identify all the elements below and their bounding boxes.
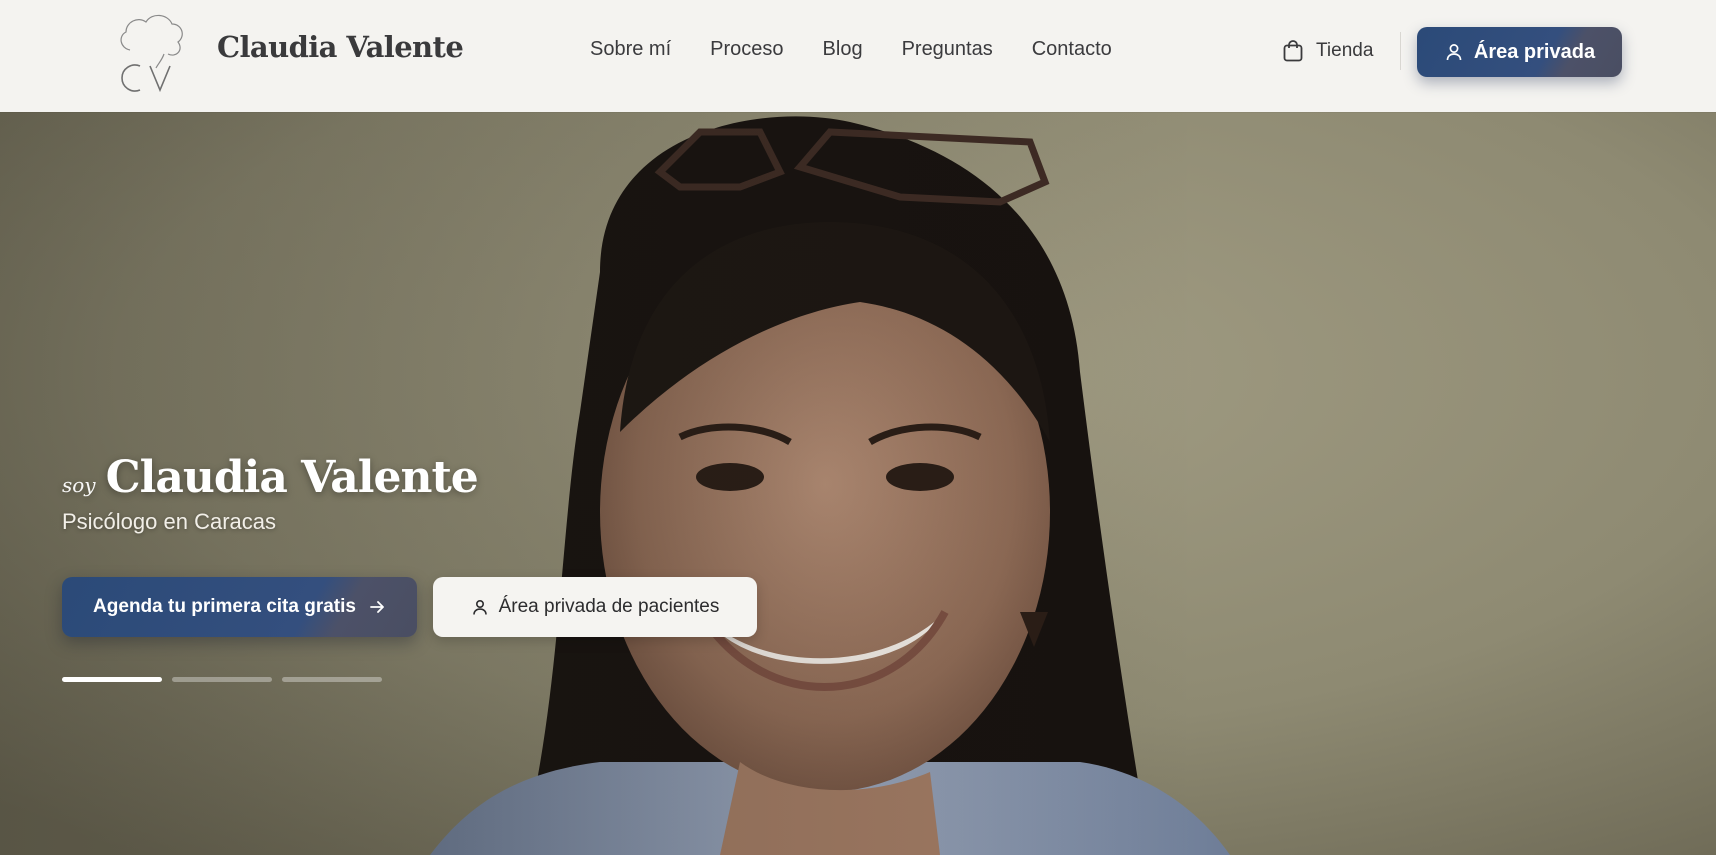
shop-link[interactable]: Tienda: [1280, 38, 1373, 64]
nav-item-preguntas[interactable]: Preguntas: [902, 38, 993, 61]
main-nav: Sobre mí Proceso Blog Preguntas Contacto: [590, 38, 1151, 61]
shop-label: Tienda: [1316, 40, 1374, 61]
site-header: Claudia Valente Sobre mí Proceso Blog Pr…: [0, 0, 1716, 112]
slider-indicator-2[interactable]: [172, 677, 272, 682]
private-area-button[interactable]: Área privada: [1417, 27, 1622, 77]
cta-secondary-label: Área privada de pacientes: [498, 596, 720, 617]
header-divider: [1400, 32, 1401, 70]
hero-subtitle: Psicólogo en Caracas: [62, 509, 277, 534]
hero-text: soy Claudia Valente Psicólogo en Caracas: [62, 452, 479, 535]
patient-private-area-button[interactable]: Área privada de pacientes: [433, 577, 757, 637]
user-icon: [1444, 42, 1464, 62]
hero-slider-indicators: [62, 677, 392, 682]
hero-actions: Agenda tu primera cita gratis Área priva…: [62, 577, 757, 637]
hero-title: soy Claudia Valente: [62, 452, 479, 503]
nav-item-blog[interactable]: Blog: [823, 38, 863, 61]
slider-indicator-3[interactable]: [282, 677, 382, 682]
nav-item-proceso[interactable]: Proceso: [710, 38, 783, 61]
logo-cv-mark: [120, 14, 183, 93]
brand-name[interactable]: Claudia Valente: [217, 30, 464, 64]
hero-soy: soy: [62, 473, 96, 497]
hero-name: Claudia Valente: [105, 452, 479, 503]
shopping-bag-icon: [1280, 38, 1306, 64]
hero-section: soy Claudia Valente Psicólogo en Caracas…: [0, 112, 1716, 855]
nav-item-contacto[interactable]: Contacto: [1032, 38, 1112, 61]
cta-primary-label: Agenda tu primera cita gratis: [93, 596, 356, 617]
user-icon: [471, 598, 489, 616]
arrow-right-icon: [368, 598, 386, 616]
book-first-appointment-button[interactable]: Agenda tu primera cita gratis: [62, 577, 417, 637]
logo[interactable]: [112, 10, 190, 96]
private-area-label: Área privada: [1473, 40, 1596, 63]
nav-item-sobre-mi[interactable]: Sobre mí: [590, 38, 671, 61]
slider-indicator-1[interactable]: [62, 677, 162, 682]
